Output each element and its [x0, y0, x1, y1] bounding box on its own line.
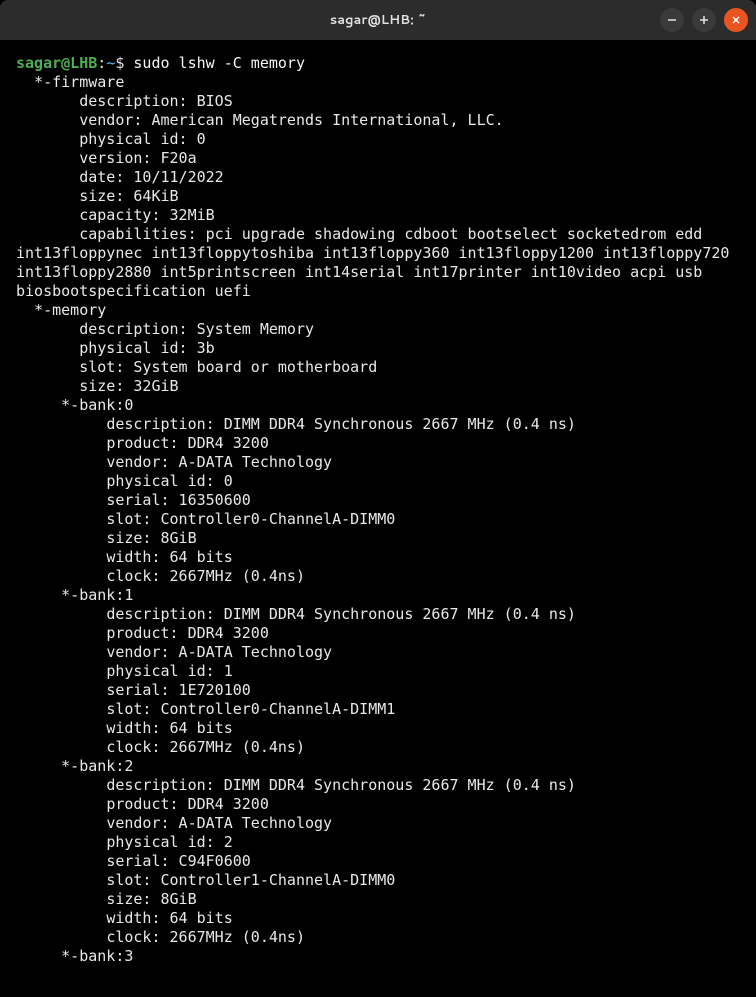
output-line: product: DDR4 3200 — [16, 434, 269, 452]
prompt-path: ~ — [106, 54, 115, 72]
output-line: vendor: A-DATA Technology — [16, 643, 332, 661]
output-line: physical id: 0 — [16, 472, 233, 490]
prompt-colon: : — [97, 54, 106, 72]
terminal-window: sagar@LHB: ~ sagar@LHB:~$ sudo lshw -C m… — [0, 0, 756, 997]
output-line: *-bank:2 — [16, 757, 133, 775]
output-line: size: 8GiB — [16, 890, 197, 908]
output-line: width: 64 bits — [16, 548, 233, 566]
output-line: vendor: A-DATA Technology — [16, 814, 332, 832]
output-line: *-memory — [16, 301, 106, 319]
window-controls — [660, 8, 748, 32]
output-line: size: 64KiB — [16, 187, 179, 205]
prompt-dollar: $ — [115, 54, 133, 72]
output-line: capacity: 32MiB — [16, 206, 215, 224]
output-line: description: DIMM DDR4 Synchronous 2667 … — [16, 776, 576, 794]
output-line: clock: 2667MHz (0.4ns) — [16, 738, 305, 756]
output-line: slot: Controller0-ChannelA-DIMM0 — [16, 510, 395, 528]
output-line: width: 64 bits — [16, 719, 233, 737]
output-line: clock: 2667MHz (0.4ns) — [16, 567, 305, 585]
window-title: sagar@LHB: ~ — [330, 11, 427, 29]
close-button[interactable] — [724, 8, 748, 32]
output-line: physical id: 3b — [16, 339, 215, 357]
command-text: sudo lshw -C memory — [133, 54, 305, 72]
output-line: version: F20a — [16, 149, 197, 167]
output-line: capabilities: pci upgrade shadowing cdbo… — [16, 225, 738, 300]
output-line: size: 8GiB — [16, 529, 197, 547]
output-line: *-firmware — [16, 73, 124, 91]
output-line: serial: 16350600 — [16, 491, 251, 509]
output-line: width: 64 bits — [16, 909, 233, 927]
output-line: product: DDR4 3200 — [16, 624, 269, 642]
output-line: description: DIMM DDR4 Synchronous 2667 … — [16, 415, 576, 433]
output-line: *-bank:3 — [16, 947, 133, 965]
output-line: size: 32GiB — [16, 377, 179, 395]
close-icon — [731, 15, 741, 25]
output-line: vendor: American Megatrends Internationa… — [16, 111, 504, 129]
output-line: physical id: 1 — [16, 662, 233, 680]
output-line: product: DDR4 3200 — [16, 795, 269, 813]
output-line: slot: Controller1-ChannelA-DIMM0 — [16, 871, 395, 889]
output-line: vendor: A-DATA Technology — [16, 453, 332, 471]
terminal-body[interactable]: sagar@LHB:~$ sudo lshw -C memory *-firmw… — [6, 46, 750, 991]
maximize-icon — [699, 15, 709, 25]
output-line: slot: System board or motherboard — [16, 358, 377, 376]
minimize-icon — [667, 15, 677, 25]
prompt-user: sagar@LHB — [16, 54, 97, 72]
output-line: date: 10/11/2022 — [16, 168, 224, 186]
minimize-button[interactable] — [660, 8, 684, 32]
output-line: physical id: 0 — [16, 130, 206, 148]
output-line: *-bank:1 — [16, 586, 133, 604]
output-line: description: DIMM DDR4 Synchronous 2667 … — [16, 605, 576, 623]
output-line: clock: 2667MHz (0.4ns) — [16, 928, 305, 946]
output-line: description: System Memory — [16, 320, 314, 338]
titlebar[interactable]: sagar@LHB: ~ — [0, 0, 756, 40]
maximize-button[interactable] — [692, 8, 716, 32]
output-line: description: BIOS — [16, 92, 233, 110]
output-line: serial: 1E720100 — [16, 681, 251, 699]
terminal-content: sagar@LHB:~$ sudo lshw -C memory *-firmw… — [16, 54, 740, 966]
output-line: serial: C94F0600 — [16, 852, 251, 870]
output-line: slot: Controller0-ChannelA-DIMM1 — [16, 700, 395, 718]
output-line: physical id: 2 — [16, 833, 233, 851]
output-line: *-bank:0 — [16, 396, 133, 414]
